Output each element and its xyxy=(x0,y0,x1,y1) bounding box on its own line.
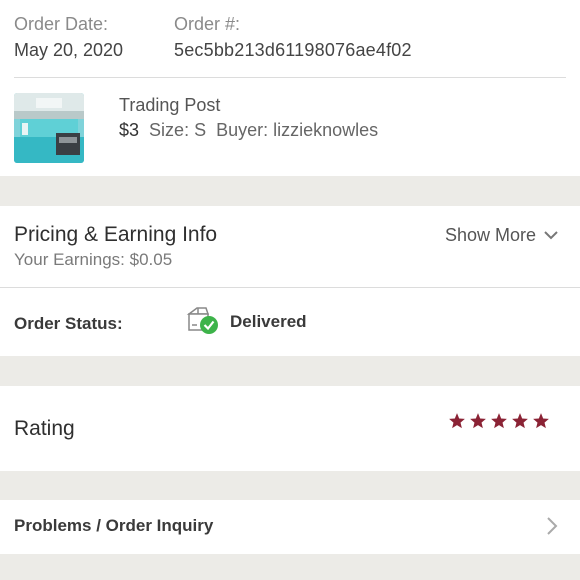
order-status-label: Order Status: xyxy=(14,314,123,333)
rating-stars xyxy=(448,412,550,430)
star-icon xyxy=(533,413,549,429)
earnings-text: Your Earnings: $0.05 xyxy=(14,250,173,269)
divider xyxy=(0,287,580,288)
chevron-right-icon xyxy=(547,517,558,535)
delivered-box-icon xyxy=(186,307,218,334)
problems-label: Problems / Order Inquiry xyxy=(14,516,214,535)
order-header-card: Order Date: May 20, 2020 Order #: 5ec5bb… xyxy=(0,0,580,176)
divider xyxy=(14,77,566,78)
item-meta: $3 Size: S Buyer: lizzieknowles xyxy=(119,120,378,141)
item-price: $3 xyxy=(119,120,140,140)
order-number-value: 5ec5bb213d61198076ae4f02 xyxy=(174,40,412,60)
item-size: Size: S xyxy=(149,120,207,140)
pricing-card: Pricing & Earning Info Your Earnings: $0… xyxy=(0,206,580,356)
show-more-label: Show More xyxy=(444,225,536,245)
problems-order-inquiry-row[interactable]: Problems / Order Inquiry xyxy=(0,500,580,554)
star-icon xyxy=(512,413,528,429)
product-photo-icon xyxy=(14,93,84,163)
star-icon xyxy=(449,413,465,429)
rating-card: Rating xyxy=(0,386,580,471)
rating-label: Rating xyxy=(14,417,75,440)
star-icon xyxy=(470,413,486,429)
order-date-value: May 20, 2020 xyxy=(14,40,124,60)
item-buyer: Buyer: lizzieknowles xyxy=(216,120,379,140)
item-title[interactable]: Trading Post xyxy=(119,95,220,116)
order-number-label: Order #: xyxy=(174,14,241,34)
order-date-label: Order Date: xyxy=(14,14,109,34)
chevron-down-icon xyxy=(544,231,558,240)
pricing-title: Pricing & Earning Info xyxy=(14,223,218,246)
order-status-value: Delivered xyxy=(230,312,307,331)
star-icon xyxy=(491,413,507,429)
show-more-button[interactable]: Show More xyxy=(445,225,558,246)
product-thumbnail[interactable] xyxy=(14,93,84,163)
